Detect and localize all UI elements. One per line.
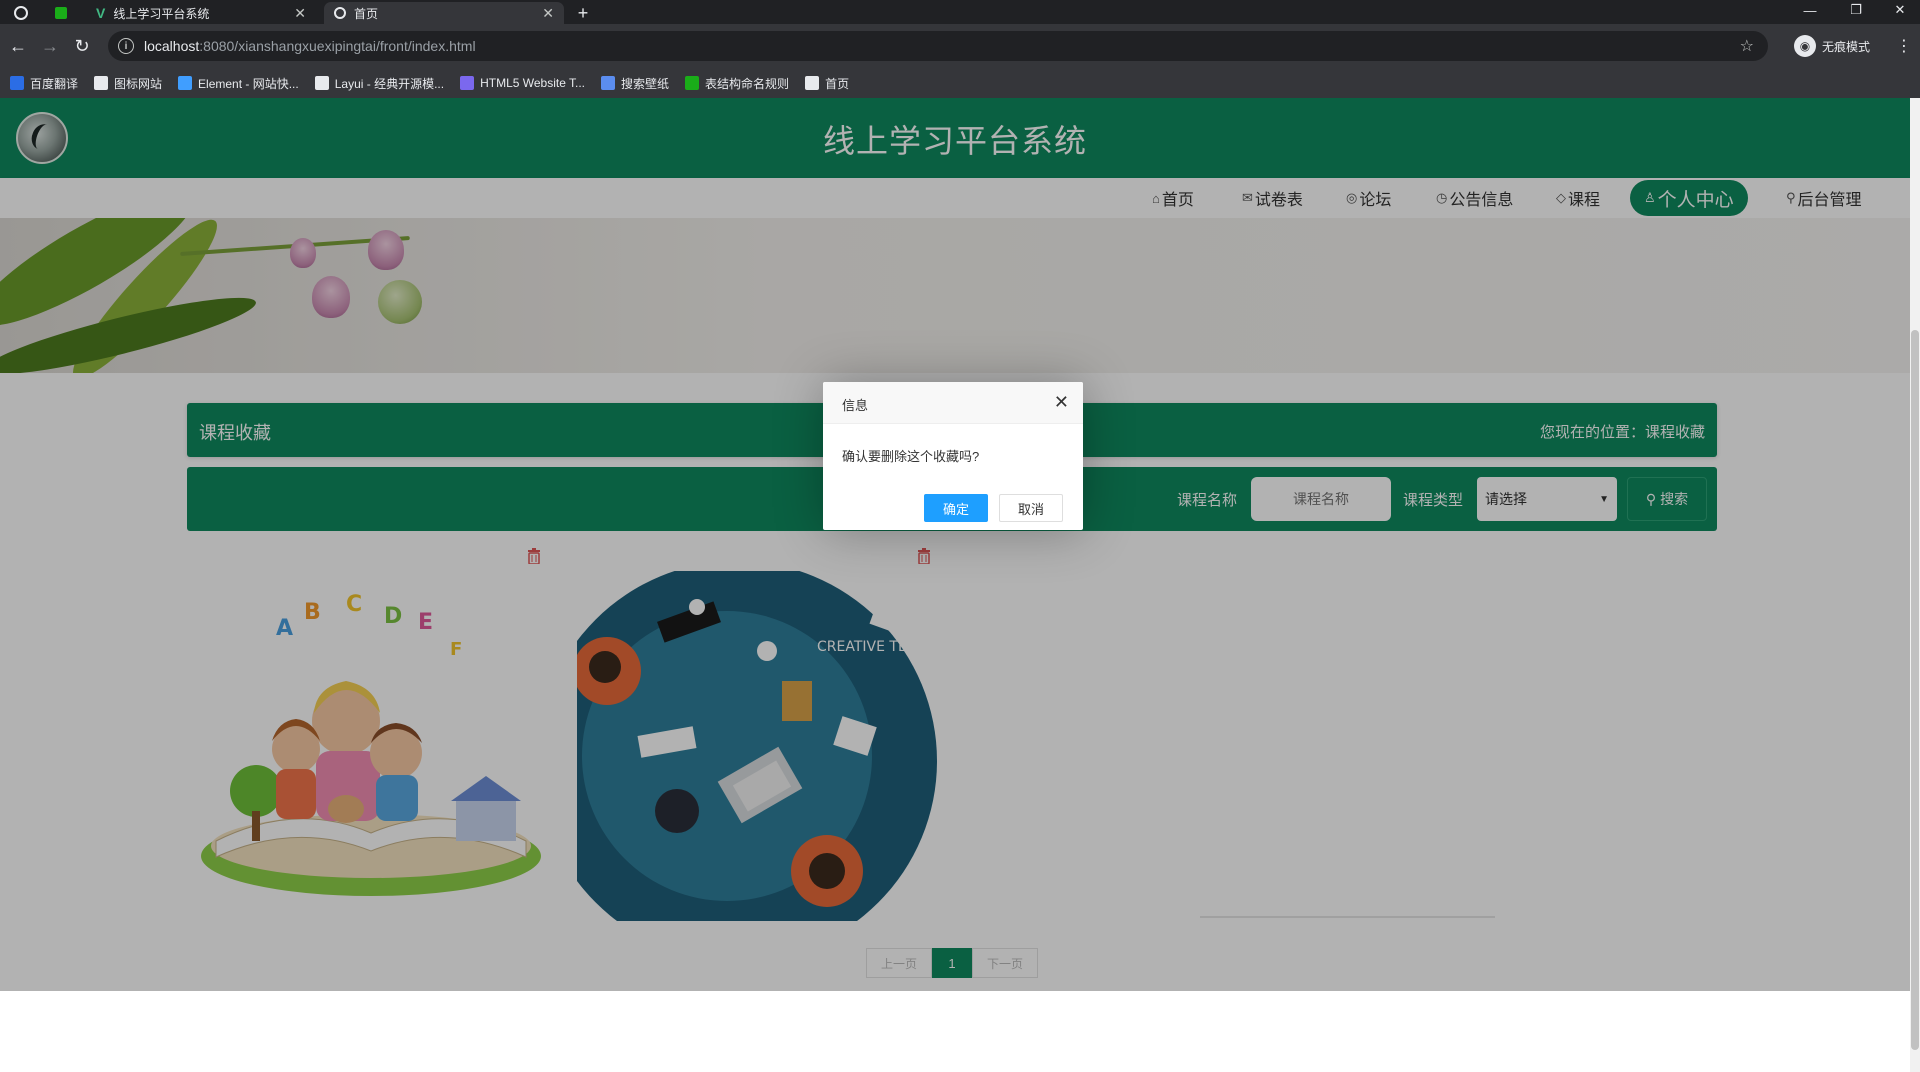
dialog-message: 确认要删除这个收藏吗?	[842, 449, 980, 464]
bookmark-item[interactable]: HTML5 Website T...	[460, 76, 585, 90]
browser-chrome: V 线上学习平台系统 ✕ 首页 ✕ + — ❐ ✕ ← → ↻ i localh…	[0, 0, 1920, 98]
page-scrollbar[interactable]	[1910, 98, 1920, 1072]
footer	[0, 991, 1910, 1072]
modal-overlay[interactable]	[0, 98, 1910, 991]
close-window-button[interactable]: ✕	[1878, 0, 1920, 20]
minimize-button[interactable]: —	[1788, 0, 1832, 20]
close-icon[interactable]: ✕	[1054, 392, 1069, 412]
confirm-dialog: 信息 ✕ 确认要删除这个收藏吗? 确定 取消	[823, 382, 1083, 530]
bookmark-icon	[314, 76, 329, 90]
bookmark-item[interactable]: 表结构命名规则	[685, 75, 789, 92]
bookmark-item[interactable]: Element - 网站快...	[178, 75, 299, 92]
reload-button[interactable]: ↻	[70, 34, 94, 58]
bookmark-label: 表结构命名规则	[705, 76, 790, 91]
globe-icon	[334, 7, 346, 19]
bookmark-item[interactable]: Layui - 经典开源模...	[314, 75, 445, 92]
bookmark-label: 百度翻译	[30, 76, 79, 91]
bookmark-icon	[685, 76, 700, 90]
info-icon[interactable]: i	[118, 38, 134, 54]
vue-logo-icon: V	[96, 5, 106, 21]
page: 线上学习平台系统 ⌂ 首页 ✉ 试卷表 ◎ 论坛 ◷ 公告信息 ◇ 课程 ♙ 个人中心 ⚲ 后台管理 课程…	[0, 98, 1910, 1072]
bookmark-label: Layui - 经典开源模...	[334, 76, 445, 91]
pinned-tab-sheet[interactable]	[46, 2, 76, 24]
bookmark-icon	[178, 76, 193, 90]
bookmark-item[interactable]: 百度翻译	[10, 75, 78, 92]
bookmark-icon	[601, 76, 616, 90]
confirm-button[interactable]: 确定	[924, 494, 988, 522]
close-icon[interactable]: ✕	[542, 5, 554, 22]
address-bar[interactable]: i localhost:8080/xianshangxuexipingtai/f…	[108, 31, 1768, 61]
tab-learning-platform[interactable]: V 线上学习平台系统 ✕	[86, 2, 316, 24]
bookmark-icon	[10, 76, 24, 90]
close-icon[interactable]: ✕	[294, 5, 306, 22]
bookmark-item[interactable]: 首页	[805, 75, 849, 92]
url-host: localhost	[144, 38, 200, 54]
spreadsheet-icon	[55, 7, 67, 19]
bookmark-item[interactable]: 搜索壁纸	[601, 75, 669, 92]
tab-title: 线上学习平台系统	[113, 6, 210, 21]
forward-button[interactable]: →	[38, 34, 62, 58]
bookmark-label: HTML5 Website T...	[480, 76, 586, 90]
bookmark-item[interactable]: 图标网站	[94, 75, 162, 92]
cancel-button[interactable]: 取消	[999, 494, 1063, 522]
tab-strip: V 线上学习平台系统 ✕ 首页 ✕ + — ❐ ✕	[0, 0, 1920, 24]
bookmark-icon	[805, 76, 820, 90]
bookmarks-bar: 百度翻译 图标网站 Element - 网站快... Layui - 经典开源模...…	[0, 68, 1920, 98]
scrollbar-thumb[interactable]	[1911, 330, 1919, 1050]
bookmark-label: 搜索壁纸	[621, 76, 670, 91]
bookmark-label: Element - 网站快...	[198, 76, 299, 91]
bookmark-label: 首页	[825, 76, 850, 91]
tab-home[interactable]: 首页 ✕	[324, 2, 564, 24]
url-path: :8080/xianshangxuexipingtai/front/index.…	[199, 38, 476, 54]
browser-toolbar: ← → ↻ i localhost:8080/xianshangxuexipin…	[0, 24, 1920, 68]
bookmark-icon	[460, 76, 475, 90]
dialog-header: 信息 ✕	[823, 382, 1083, 424]
bookmark-icon	[94, 76, 109, 90]
restore-button[interactable]: ❐	[1834, 0, 1878, 20]
incognito-icon: ◉	[1794, 35, 1816, 57]
more-menu-icon[interactable]: ⋮	[1896, 36, 1912, 56]
pinned-tab-globe[interactable]	[6, 2, 36, 24]
bookmark-star-icon[interactable]: ☆	[1740, 36, 1754, 56]
globe-icon	[14, 6, 28, 20]
bookmark-label: 图标网站	[114, 76, 163, 91]
new-tab-button[interactable]: +	[572, 2, 594, 24]
back-button[interactable]: ←	[6, 34, 30, 58]
tab-title: 首页	[354, 6, 379, 21]
incognito-profile[interactable]: ◉ 无痕模式	[1794, 32, 1870, 60]
dialog-title: 信息	[842, 398, 869, 413]
incognito-label: 无痕模式	[1822, 39, 1871, 54]
